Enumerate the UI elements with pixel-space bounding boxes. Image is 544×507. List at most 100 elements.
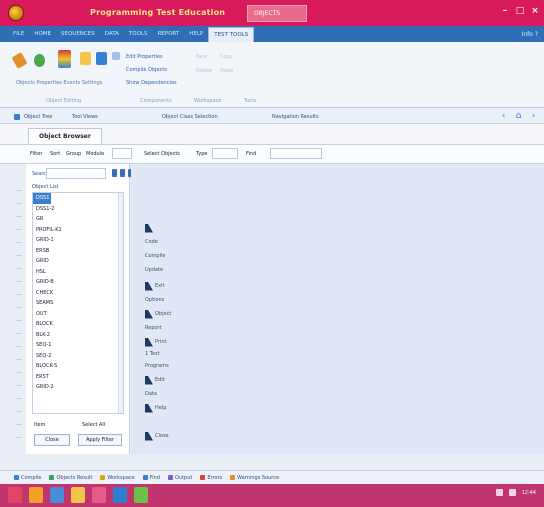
folder-icon[interactable] <box>80 52 91 65</box>
list-item[interactable]: SEQ-1 <box>33 340 123 351</box>
class-selection-button[interactable]: Object Class Selection <box>162 114 218 120</box>
menu-test-tools[interactable]: TEST TOOLS <box>208 27 255 42</box>
menu-report[interactable]: REPORT <box>152 26 184 42</box>
status-compile[interactable]: Compile <box>14 475 41 481</box>
content-row[interactable]: Update <box>145 264 163 276</box>
list-item[interactable]: GRID <box>33 256 123 267</box>
refresh-icon[interactable] <box>34 54 45 67</box>
menu-home[interactable]: HOME <box>29 26 56 42</box>
minimize-icon[interactable]: – <box>500 6 510 16</box>
browser-icon[interactable] <box>113 487 127 503</box>
volume-icon[interactable] <box>508 489 516 496</box>
list-item[interactable]: GRID-B <box>33 277 123 288</box>
tool-views-button[interactable]: Tool Views <box>72 114 98 120</box>
status-workspace[interactable]: Workspace <box>100 475 135 481</box>
menu-tools[interactable]: TOOLS <box>124 26 153 42</box>
close-icon[interactable]: × <box>530 6 540 16</box>
menu-data[interactable]: DATA <box>100 26 124 42</box>
menu-help[interactable]: HELP <box>184 26 208 42</box>
content-row[interactable]: 1 Test <box>145 348 160 360</box>
content-row[interactable]: Exit <box>145 280 164 292</box>
status-output[interactable]: Output <box>167 475 192 481</box>
list-item[interactable]: SEQ-2 <box>33 351 123 362</box>
content-row[interactable]: Edit <box>145 374 165 386</box>
apply-filter-button[interactable]: Apply Filter <box>78 434 122 446</box>
object-tree-button[interactable]: Object Tree <box>24 114 52 120</box>
menu-file[interactable]: FILE <box>8 26 29 42</box>
database-icon[interactable] <box>96 52 107 65</box>
list-item[interactable]: GRID-1 <box>33 235 123 246</box>
explorer-icon[interactable] <box>50 487 64 503</box>
back-icon[interactable]: ‹ <box>499 112 508 121</box>
content-row[interactable]: Code <box>145 236 158 248</box>
list-item[interactable]: BLOCK <box>33 319 123 330</box>
find-input[interactable] <box>270 148 322 159</box>
menu-sequences[interactable]: SEQUENCES <box>56 26 100 42</box>
object-tool-icon[interactable] <box>58 50 71 68</box>
list-item[interactable]: OUT <box>33 309 123 320</box>
copy-button[interactable]: Copy <box>220 54 233 60</box>
navigation-results-button[interactable]: Navigation Results <box>272 114 319 120</box>
menu-info[interactable]: Info ? <box>522 31 544 38</box>
tab-object-browser[interactable]: Object Browser <box>28 128 102 144</box>
content-row[interactable]: Report <box>145 322 162 334</box>
network-icon[interactable] <box>495 489 503 496</box>
list-item[interactable]: DSS1-2 <box>33 204 123 215</box>
list-item[interactable]: BLOCK-S <box>33 361 123 372</box>
show-dependencies-link[interactable]: Show Dependencies <box>126 80 177 86</box>
content-row[interactable]: Programs <box>145 360 169 372</box>
content-row[interactable]: Compile <box>145 250 165 262</box>
content-row[interactable]: Object <box>145 308 171 320</box>
list-item[interactable]: ERSB <box>33 246 123 257</box>
status-find[interactable]: Find <box>142 475 160 481</box>
type-select[interactable] <box>212 148 238 159</box>
select-objects-button[interactable]: Select Objects <box>144 151 180 157</box>
list-item[interactable]: GRID-2 <box>33 382 123 393</box>
title-tab[interactable]: OBJECTS <box>247 5 307 22</box>
windows-start-icon[interactable] <box>8 487 22 503</box>
list-item[interactable]: ERST <box>33 372 123 383</box>
list-item[interactable]: PROFIL-K1 <box>33 225 123 236</box>
calculator-icon[interactable] <box>134 487 148 503</box>
compile-objects-link[interactable]: Compile Objects <box>126 67 167 73</box>
group-button[interactable]: Group <box>66 151 81 157</box>
grid-icon[interactable] <box>112 52 120 60</box>
content-row[interactable]: Help <box>145 402 166 414</box>
list-item[interactable]: BLK-2 <box>33 330 123 341</box>
new-button[interactable]: New <box>196 54 207 60</box>
content-row[interactable]: Data <box>145 388 157 400</box>
maximize-icon[interactable]: □ <box>515 6 525 16</box>
sort-button[interactable]: Sort <box>50 151 60 157</box>
pencil-icon[interactable] <box>11 52 28 69</box>
delete-button[interactable]: Delete <box>196 68 212 74</box>
list-item[interactable]: CHECK <box>33 288 123 299</box>
paste-button[interactable]: Paste <box>220 68 234 74</box>
module-select[interactable] <box>112 148 132 159</box>
content-row[interactable]: Options <box>145 294 164 306</box>
home-icon[interactable]: ⌂ <box>514 112 523 121</box>
content-row[interactable] <box>145 222 155 234</box>
list-item[interactable]: HSL <box>33 267 123 278</box>
app-icon[interactable] <box>29 487 43 503</box>
status-objects-result[interactable]: Objects Result <box>49 475 92 481</box>
list-item[interactable]: GR <box>33 214 123 225</box>
select-all-link[interactable]: Select All <box>82 422 105 428</box>
list-item[interactable]: SEAMS <box>33 298 123 309</box>
content-row[interactable]: Print <box>145 336 167 348</box>
list-scrollbar[interactable] <box>118 193 123 413</box>
forward-icon[interactable]: › <box>529 112 538 121</box>
status-warnings[interactable]: Warnings Source <box>230 475 279 481</box>
edit-properties-link[interactable]: Edit Properties <box>126 54 163 60</box>
filter-button[interactable]: Filter <box>30 151 42 157</box>
close-button[interactable]: Close <box>34 434 70 446</box>
status-errors[interactable]: Errors <box>200 475 222 481</box>
sort-icon[interactable] <box>112 169 117 177</box>
media-icon[interactable] <box>92 487 106 503</box>
search-input[interactable] <box>46 168 106 179</box>
filter-icon[interactable] <box>120 169 125 177</box>
content-row[interactable]: Close <box>145 430 169 442</box>
folder-icon[interactable] <box>71 487 85 503</box>
clock[interactable]: 12:44 <box>522 490 536 496</box>
list-item[interactable]: DSS1 <box>33 193 51 204</box>
module-button[interactable]: Module <box>86 151 104 157</box>
